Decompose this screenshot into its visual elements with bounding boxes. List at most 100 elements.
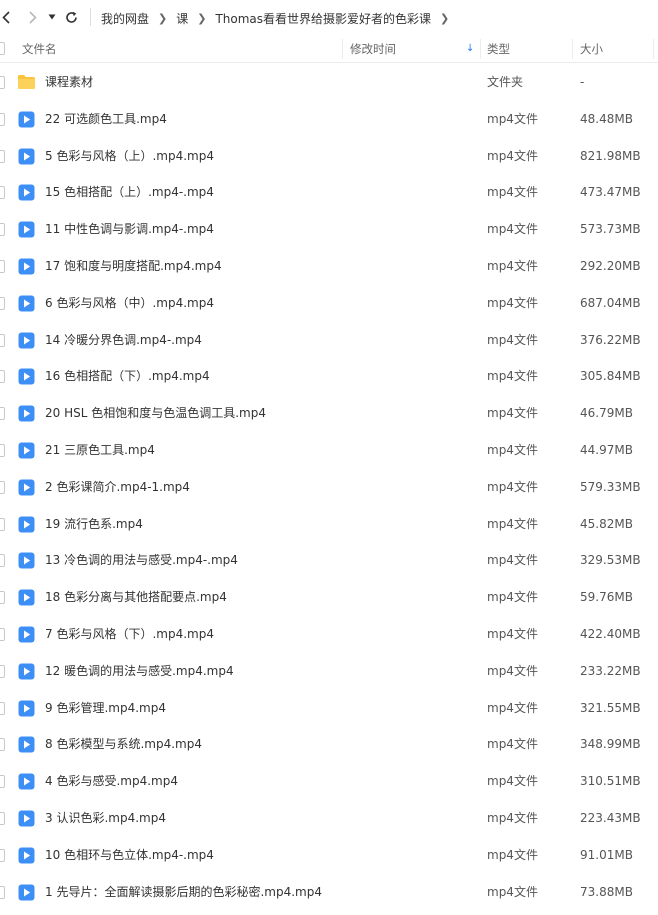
row-checkbox[interactable]	[0, 848, 5, 862]
breadcrumb-item-course[interactable]: 课	[176, 10, 188, 27]
file-row[interactable]: 10 色相环与色立体.mp4-.mp4 mp4文件 91.01MB	[0, 837, 658, 874]
chevron-left-icon[interactable]	[0, 7, 12, 27]
file-type: mp4文件	[487, 148, 538, 163]
row-checkbox[interactable]	[0, 738, 5, 752]
row-checkbox[interactable]	[0, 223, 5, 237]
file-row[interactable]: 22 可选颜色工具.mp4 mp4文件 48.48MB	[0, 101, 658, 138]
file-list: 课程素材 文件夹 - 22 可选颜色工具.mp4 mp4文件 48.48MB 5 色彩与风格…	[0, 64, 658, 910]
file-name[interactable]: 8 色彩模型与系统.mp4.mp4	[45, 726, 202, 763]
video-file-icon	[18, 700, 35, 717]
file-row[interactable]: 11 中性色调与影调.mp4-.mp4 mp4文件 573.73MB	[0, 211, 658, 248]
file-row[interactable]: 3 认识色彩.mp4.mp4 mp4文件 223.43MB	[0, 800, 658, 837]
toolbar-divider	[90, 8, 91, 26]
file-size: 46.79MB	[580, 406, 633, 421]
file-row[interactable]: 16 色相搭配（下）.mp4.mp4 mp4文件 305.84MB	[0, 358, 658, 395]
file-name[interactable]: 15 色相搭配（上）.mp4-.mp4	[45, 174, 214, 211]
file-row[interactable]: 14 冷暖分界色调.mp4-.mp4 mp4文件 376.22MB	[0, 322, 658, 359]
caret-down-icon[interactable]	[46, 7, 58, 27]
file-row[interactable]: 课程素材 文件夹 -	[0, 64, 658, 101]
file-row[interactable]: 4 色彩与感受.mp4.mp4 mp4文件 310.51MB	[0, 763, 658, 800]
chevron-right-icon[interactable]	[26, 7, 40, 27]
file-row[interactable]: 12 暖色调的用法与感受.mp4.mp4 mp4文件 233.22MB	[0, 653, 658, 690]
file-row[interactable]: 18 色彩分离与其他搭配要点.mp4 mp4文件 59.76MB	[0, 579, 658, 616]
row-checkbox[interactable]	[0, 885, 5, 899]
column-name[interactable]: 文件名	[22, 36, 57, 62]
row-checkbox[interactable]	[0, 333, 5, 347]
file-size: 579.33MB	[580, 479, 641, 494]
file-row[interactable]: 9 色彩管理.mp4.mp4 mp4文件 321.55MB	[0, 690, 658, 727]
row-checkbox[interactable]	[0, 186, 5, 200]
column-size[interactable]: 大小	[580, 36, 603, 62]
file-row[interactable]: 6 色彩与风格（中）.mp4.mp4 mp4文件 687.04MB	[0, 285, 658, 322]
row-checkbox[interactable]	[0, 370, 5, 384]
file-name[interactable]: 14 冷暖分界色调.mp4-.mp4	[45, 322, 202, 359]
file-row[interactable]: 7 色彩与风格（下）.mp4.mp4 mp4文件 422.40MB	[0, 616, 658, 653]
row-checkbox[interactable]	[0, 701, 5, 715]
file-row[interactable]: 13 冷色调的用法与感受.mp4-.mp4 mp4文件 329.53MB	[0, 542, 658, 579]
video-file-icon	[18, 111, 35, 128]
file-name[interactable]: 12 暖色调的用法与感受.mp4.mp4	[45, 653, 234, 690]
file-row[interactable]: 20 HSL 色相饱和度与色温色调工具.mp4 mp4文件 46.79MB	[0, 395, 658, 432]
row-checkbox[interactable]	[0, 517, 5, 531]
breadcrumb-item-root[interactable]: 我的网盘	[101, 10, 149, 27]
file-name[interactable]: 4 色彩与感受.mp4.mp4	[45, 763, 178, 800]
row-checkbox[interactable]	[0, 554, 5, 568]
row-checkbox[interactable]	[0, 443, 5, 457]
file-row[interactable]: 2 色彩课简介.mp4-1.mp4 mp4文件 579.33MB	[0, 469, 658, 506]
file-name[interactable]: 1 先导片：全面解读摄影后期的色彩秘密.mp4.mp4	[45, 874, 322, 911]
video-file-icon	[18, 736, 35, 753]
file-name[interactable]: 9 色彩管理.mp4.mp4	[45, 690, 166, 727]
sort-arrow-down-icon[interactable]: ↓	[466, 36, 474, 62]
file-name[interactable]: 10 色相环与色立体.mp4-.mp4	[45, 837, 214, 874]
file-row[interactable]: 17 饱和度与明度搭配.mp4.mp4 mp4文件 292.20MB	[0, 248, 658, 285]
file-name[interactable]: 3 认识色彩.mp4.mp4	[45, 800, 166, 837]
file-type: mp4文件	[487, 295, 538, 310]
file-name[interactable]: 20 HSL 色相饱和度与色温色调工具.mp4	[45, 395, 266, 432]
file-row[interactable]: 5 色彩与风格（上）.mp4.mp4 mp4文件 821.98MB	[0, 138, 658, 175]
row-checkbox[interactable]	[0, 112, 5, 126]
file-name[interactable]: 13 冷色调的用法与感受.mp4-.mp4	[45, 542, 238, 579]
row-checkbox[interactable]	[0, 259, 5, 273]
chevron-right-icon[interactable]: ❯	[440, 12, 449, 25]
row-checkbox[interactable]	[0, 480, 5, 494]
file-name[interactable]: 17 饱和度与明度搭配.mp4.mp4	[45, 248, 222, 285]
row-checkbox[interactable]	[0, 407, 5, 421]
file-name[interactable]: 2 色彩课简介.mp4-1.mp4	[45, 469, 190, 506]
file-name[interactable]: 课程素材	[45, 64, 93, 101]
file-name[interactable]: 22 可选颜色工具.mp4	[45, 101, 167, 138]
file-name[interactable]: 7 色彩与风格（下）.mp4.mp4	[45, 616, 214, 653]
row-checkbox[interactable]	[0, 149, 5, 163]
chevron-right-icon: ❯	[158, 11, 168, 25]
file-row[interactable]: 8 色彩模型与系统.mp4.mp4 mp4文件 348.99MB	[0, 726, 658, 763]
video-file-icon	[18, 332, 35, 349]
row-checkbox[interactable]	[0, 627, 5, 641]
file-type: mp4文件	[487, 332, 538, 347]
file-row[interactable]: 1 先导片：全面解读摄影后期的色彩秘密.mp4.mp4 mp4文件 73.88MB	[0, 874, 658, 911]
column-type[interactable]: 类型	[487, 36, 510, 62]
row-checkbox[interactable]	[0, 76, 5, 89]
file-row[interactable]: 19 流行色系.mp4 mp4文件 45.82MB	[0, 506, 658, 543]
row-checkbox[interactable]	[0, 296, 5, 310]
file-name[interactable]: 19 流行色系.mp4	[45, 506, 143, 543]
file-name[interactable]: 11 中性色调与影调.mp4-.mp4	[45, 211, 214, 248]
video-file-icon	[18, 773, 35, 790]
column-modified[interactable]: 修改时间	[350, 36, 396, 62]
file-type: mp4文件	[487, 626, 538, 641]
refresh-icon[interactable]	[63, 7, 79, 27]
row-checkbox[interactable]	[0, 591, 5, 605]
file-row[interactable]: 21 三原色工具.mp4 mp4文件 44.97MB	[0, 432, 658, 469]
file-name[interactable]: 18 色彩分离与其他搭配要点.mp4	[45, 579, 227, 616]
row-checkbox[interactable]	[0, 775, 5, 789]
breadcrumb-item-current[interactable]: Thomas看看世界给摄影爱好者的色彩课	[215, 10, 431, 27]
file-type: mp4文件	[487, 479, 538, 494]
file-size: 329.53MB	[580, 553, 641, 568]
folder-icon	[17, 74, 36, 90]
file-row[interactable]: 15 色相搭配（上）.mp4-.mp4 mp4文件 473.47MB	[0, 174, 658, 211]
file-name[interactable]: 5 色彩与风格（上）.mp4.mp4	[45, 138, 214, 175]
file-name[interactable]: 16 色相搭配（下）.mp4.mp4	[45, 358, 210, 395]
file-name[interactable]: 21 三原色工具.mp4	[45, 432, 155, 469]
row-checkbox[interactable]	[0, 664, 5, 678]
select-all-checkbox[interactable]	[0, 42, 5, 55]
file-name[interactable]: 6 色彩与风格（中）.mp4.mp4	[45, 285, 214, 322]
row-checkbox[interactable]	[0, 811, 5, 825]
